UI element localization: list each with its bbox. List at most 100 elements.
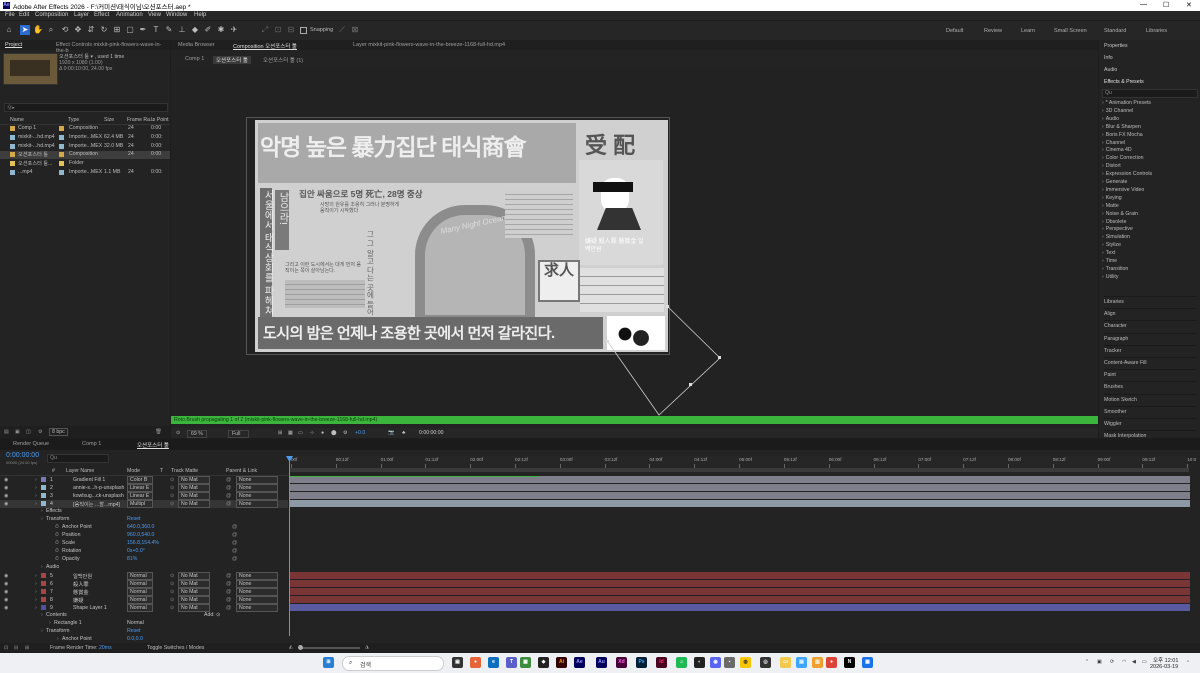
menu-effect[interactable]: Effect (94, 12, 109, 18)
bpc-button[interactable]: 8 bpc (49, 428, 68, 436)
rotate-tool-icon[interactable]: ↻ (99, 25, 109, 35)
view-axis-icon[interactable]: ⊟ (286, 25, 296, 35)
breadcrumb-ocean-1[interactable]: 오션포스터 툴 (1) (263, 56, 303, 64)
layer-label-swatch[interactable] (41, 589, 46, 594)
dolly-tool-icon[interactable]: ⇵ (86, 25, 96, 35)
effect-category[interactable]: › Text (1102, 250, 1115, 256)
track-matte-select[interactable]: No Mat (178, 500, 210, 508)
discord-icon[interactable]: ◉ (710, 657, 721, 668)
panel-header-bottom[interactable]: Smoother (1104, 405, 1196, 415)
keyframe-icon[interactable]: I (289, 532, 290, 538)
twirl-icon[interactable]: › (41, 516, 43, 522)
chrome2-icon[interactable]: ● (826, 657, 837, 668)
layer-name[interactable]: Shape Layer 1 (73, 605, 107, 611)
puppet-pin-icon[interactable]: ✱ (216, 25, 226, 35)
shape-property-value[interactable]: Add: ⊙ (204, 612, 220, 618)
label-color-swatch[interactable] (59, 152, 64, 158)
label-color-swatch[interactable] (59, 170, 64, 175)
zoom-tool-icon[interactable]: ⌕ (46, 25, 56, 35)
layer-label-swatch[interactable] (41, 605, 46, 610)
twirl-icon[interactable]: › (57, 636, 59, 642)
layer-row[interactable]: ◉ › 7 懸賞金 Normal ⊙ No Mat @ None (0, 588, 288, 596)
twirl-icon[interactable]: › (41, 508, 43, 514)
trkmat-link-icon[interactable]: ⊙ (170, 493, 174, 499)
stopwatch-icon[interactable]: ⏱ (55, 540, 59, 547)
breadcrumb-ocean[interactable]: 오션포스터 툴 (213, 56, 251, 64)
label-color-swatch[interactable] (59, 134, 64, 140)
pickwhip-icon[interactable]: @ (226, 485, 231, 491)
tab-render-queue[interactable]: Render Queue (13, 441, 49, 447)
layer-name[interactable]: kowlsug...ck-unsplash (73, 493, 124, 499)
layer-name[interactable]: annie-s...h-p-unsplash (73, 485, 124, 491)
eye-icon[interactable]: ◉ (4, 485, 9, 491)
layer-name[interactable]: Gradient Fill 1 (73, 477, 105, 483)
wifi-icon[interactable]: ◠ (1122, 659, 1127, 665)
mask-visibility-icon[interactable]: ▭ (298, 430, 303, 436)
layer-duration-bar[interactable] (290, 588, 1190, 596)
region-icon[interactable]: ⊞ (278, 430, 282, 436)
exposure-value[interactable]: +0.0 (355, 430, 365, 436)
layer-label-swatch[interactable] (41, 501, 46, 506)
twirl-icon[interactable]: › (35, 493, 37, 499)
teams-icon[interactable]: T (506, 657, 517, 668)
layer-duration-bar[interactable] (290, 500, 1190, 508)
parent-select[interactable]: None (236, 476, 278, 484)
indesign-icon[interactable]: Id (656, 657, 667, 668)
tab-timeline-ocean[interactable]: 오션포스터 툴 (137, 441, 169, 449)
effect-category[interactable]: › Perspective (1102, 226, 1133, 232)
effect-category[interactable]: › Boris FX Mocha (1102, 132, 1143, 138)
col-type[interactable]: Type (68, 117, 79, 123)
layer-mode-select[interactable]: Normal (127, 588, 153, 596)
expression-link-icon[interactable]: @ (232, 532, 237, 538)
effect-category[interactable]: › Keying (1102, 195, 1122, 201)
app-icon[interactable]: ▪ (724, 657, 735, 668)
expression-link-icon[interactable]: @ (232, 540, 237, 546)
effect-category[interactable]: › Utility (1102, 274, 1118, 280)
tab-timeline-comp1[interactable]: Comp 1 (82, 441, 101, 447)
clock-date[interactable]: 2026-03-19 (1150, 664, 1178, 670)
app2-icon[interactable]: ◎ (760, 657, 771, 668)
twirl-icon[interactable]: › (41, 628, 43, 634)
layer-mode-select[interactable]: Linear E (127, 492, 153, 500)
layer-mode-select[interactable]: Color B (127, 476, 153, 484)
snapping-checkbox[interactable] (300, 27, 307, 34)
panel-header-bottom[interactable]: Content-Aware Fill (1104, 357, 1196, 366)
expression-link-icon[interactable]: @ (232, 548, 237, 554)
tray-chevron-icon[interactable]: ⌃ (1085, 659, 1089, 665)
label-color-swatch[interactable] (59, 126, 64, 131)
workspace-standard[interactable]: Standard (1104, 28, 1126, 34)
taskbar-search[interactable]: ⌕ 검색 (342, 656, 444, 671)
after-effects-icon[interactable]: Ae (574, 657, 585, 668)
puppet-tool-icon[interactable]: ✈ (229, 25, 239, 35)
layer-label-swatch[interactable] (41, 581, 46, 586)
panel-header-1[interactable]: Info (1104, 55, 1113, 61)
new-comp-icon[interactable]: ◫ (26, 429, 31, 435)
twirl-icon[interactable]: › (49, 620, 51, 626)
keyframe-icon[interactable]: I (289, 556, 290, 562)
roto-brush-icon[interactable]: ✐ (203, 25, 213, 35)
layer-name[interactable]: 일백만원 (73, 573, 92, 580)
zoom-in-icon[interactable]: ◮ (365, 644, 369, 650)
exposure-reset-icon[interactable]: ⚙ (343, 430, 348, 436)
show-snapshot-icon[interactable]: ♣ (402, 430, 405, 436)
twirl-icon[interactable]: › (35, 501, 37, 507)
time-ruler[interactable]: 00f 00:12f 01:00f 01:12f 02:00f 02:12f 03:00f 0… (289, 456, 1196, 468)
task-view-icon[interactable]: ▣ (452, 657, 463, 668)
effect-category[interactable]: › Channel (1102, 140, 1125, 146)
layer-duration-bar[interactable] (290, 596, 1190, 604)
toggle-transfer-icon[interactable]: ⊟ (14, 645, 18, 651)
twirl-icon[interactable]: › (35, 485, 37, 491)
battery-icon[interactable]: ▭ (1142, 659, 1147, 665)
trkmat-link-icon[interactable]: ⊙ (170, 485, 174, 491)
type-tool-icon[interactable]: T (151, 25, 161, 35)
keyframe-icon[interactable]: I (289, 548, 290, 554)
layer-duration-bar[interactable] (290, 476, 1190, 484)
col-size[interactable]: Size (104, 117, 114, 123)
project-row[interactable]: mixkit-...hd.mp4 Importe...MEX 62.4 MB 24 0:… (0, 134, 170, 142)
snapshot-icon[interactable]: 📷 (388, 430, 394, 436)
trkmat-link-icon[interactable]: ⊙ (170, 573, 174, 579)
axis-icon[interactable]: ⤢ (260, 25, 270, 35)
panel-header-bottom[interactable]: Align (1104, 308, 1196, 317)
toggle-switches-modes[interactable]: Toggle Switches / Modes (147, 645, 204, 651)
track-matte-select[interactable]: No Mat (178, 476, 210, 484)
